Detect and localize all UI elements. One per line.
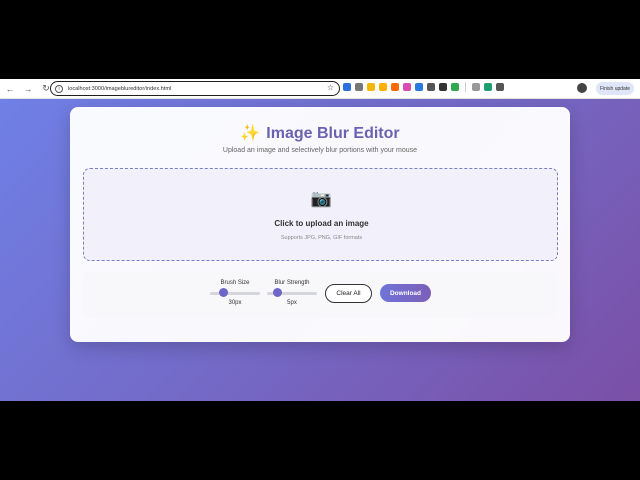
slider-track — [210, 292, 260, 295]
address-bar[interactable]: i localhost:3000/imageblureditor/index.h… — [50, 81, 340, 96]
extension-icon[interactable] — [472, 83, 480, 91]
controls-panel: Brush Size 30px Blur Strength 5px Clear … — [83, 272, 558, 318]
bookmark-star-icon[interactable]: ☆ — [327, 83, 334, 92]
upload-dropzone[interactable]: 📷 Click to upload an image Supports JPG,… — [83, 168, 558, 261]
upload-label: Click to upload an image — [274, 219, 369, 228]
brush-size-value: 30px — [228, 300, 242, 306]
slider-thumb[interactable] — [218, 288, 228, 297]
extension-icon[interactable] — [439, 83, 447, 91]
extension-icon[interactable] — [403, 83, 411, 91]
clear-all-button[interactable]: Clear All — [325, 284, 372, 303]
blur-strength-label: Blur Strength — [274, 280, 310, 286]
blur-strength-control: Blur Strength 5px — [266, 280, 318, 306]
browser-toolbar: ← → ↻ i localhost:3000/imageblureditor/i… — [0, 79, 640, 99]
page-title: ✨ Image Blur Editor — [70, 123, 570, 143]
profile-avatar[interactable] — [577, 83, 587, 93]
back-icon[interactable]: ← — [2, 81, 18, 97]
blur-strength-slider[interactable] — [267, 288, 317, 298]
brush-size-control: Brush Size 30px — [209, 280, 261, 306]
browser-window: ← → ↻ i localhost:3000/imageblureditor/i… — [0, 79, 640, 401]
extension-icon[interactable] — [451, 83, 459, 91]
title-text: Image Blur Editor — [266, 125, 400, 142]
video-frame: ← → ↻ i localhost:3000/imageblureditor/i… — [0, 0, 640, 480]
editor-card: ✨ Image Blur Editor Upload an image and s… — [70, 107, 570, 342]
slider-thumb[interactable] — [273, 288, 283, 297]
forward-icon[interactable]: → — [20, 81, 36, 97]
extension-icon[interactable] — [496, 83, 504, 91]
extension-icon[interactable] — [391, 83, 399, 91]
extension-icon[interactable] — [355, 83, 363, 91]
camera-icon: 📷 — [310, 189, 333, 208]
site-info-icon[interactable]: i — [55, 84, 63, 93]
app-page: ✨ Image Blur Editor Upload an image and s… — [0, 99, 640, 401]
sparkles-icon: ✨ — [240, 125, 261, 142]
extension-icon[interactable] — [343, 83, 351, 91]
extension-icon[interactable] — [427, 83, 435, 91]
url-text: localhost:3000/imageblureditor/index.htm… — [68, 85, 172, 92]
upload-hint: Supports JPG, PNG, GIF formats — [280, 235, 363, 241]
blur-strength-value: 5px — [287, 300, 297, 306]
brush-size-label: Brush Size — [220, 280, 250, 286]
page-subtitle: Upload an image and selectively blur por… — [222, 147, 418, 154]
extensions-bar — [343, 82, 504, 92]
extension-icon[interactable] — [484, 83, 492, 91]
extension-icon[interactable] — [367, 83, 375, 91]
brush-size-slider[interactable] — [210, 288, 260, 298]
download-button[interactable]: Download — [380, 284, 431, 302]
extension-icon[interactable] — [415, 83, 423, 91]
toolbar-separator — [465, 82, 466, 92]
finish-update-button[interactable]: Finish update — [595, 82, 634, 95]
extension-icon[interactable] — [379, 83, 387, 91]
